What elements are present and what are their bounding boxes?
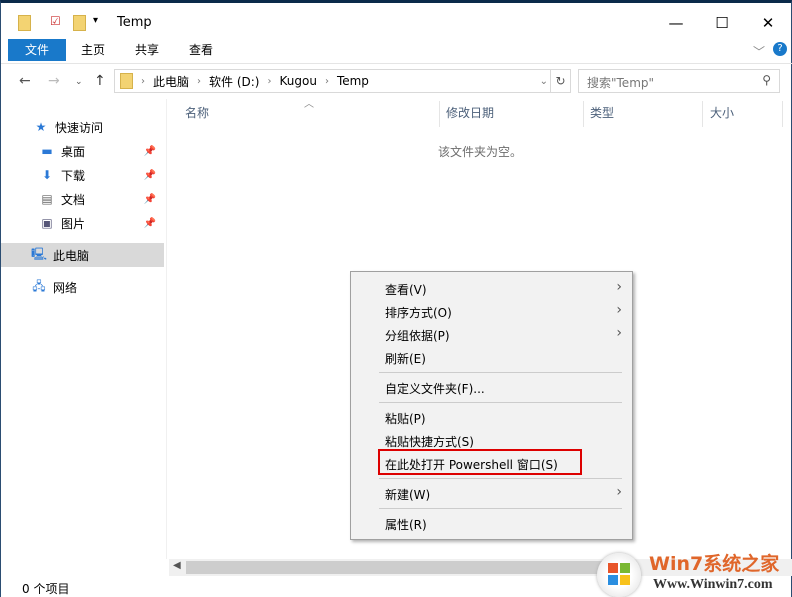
sidebar-item-quick-access[interactable]: ★ 快速访问 <box>1 115 164 139</box>
scroll-left-icon[interactable]: ◀ <box>173 560 181 571</box>
window-title: Temp <box>117 15 152 30</box>
chevron-right-icon: › <box>141 75 145 87</box>
pictures-icon: ▣ <box>41 216 53 230</box>
highlight-box <box>378 449 582 475</box>
column-header-type[interactable]: 类型 <box>590 103 614 127</box>
ribbon-tabs: 文件 主页 共享 查看 <box>8 39 228 61</box>
tab-view[interactable]: 查看 <box>174 39 228 61</box>
column-divider[interactable] <box>782 101 783 127</box>
address-bar[interactable]: › 此电脑 › 软件 (D:) › Kugou › Temp ⌄ ↻ <box>114 69 571 93</box>
sidebar-item-downloads[interactable]: ⬇ 下载 📌 <box>1 163 164 187</box>
search-input[interactable]: 搜索"Temp" ⚲ <box>578 69 780 93</box>
maximize-button[interactable]: ☐ <box>699 14 745 32</box>
menu-separator <box>379 478 622 479</box>
forward-icon[interactable]: → <box>48 73 60 89</box>
status-item-count: 0 个项目 <box>22 582 70 596</box>
network-icon: 🖧 <box>32 278 46 293</box>
sidebar-item-network[interactable]: 🖧 网络 <box>1 275 164 299</box>
chevron-right-icon: › <box>616 325 622 341</box>
close-button[interactable]: ✕ <box>745 14 791 32</box>
column-header-size[interactable]: 大小 <box>710 103 734 127</box>
chevron-right-icon: › <box>197 75 202 87</box>
menu-item-properties[interactable]: 属性(R) <box>385 516 427 533</box>
up-icon[interactable]: ↑ <box>94 73 106 89</box>
empty-folder-message: 该文件夹为空。 <box>438 145 523 159</box>
sidebar-item-label: 文档 <box>61 192 86 207</box>
context-menu: 查看(V) › 排序方式(O) › 分组依据(P) › 刷新(E) 自定义文件夹(F)… <box>350 271 633 540</box>
address-dropdown-icon[interactable]: ⌄ <box>540 76 548 87</box>
column-header-date[interactable]: 修改日期 <box>446 103 494 127</box>
expand-ribbon-icon[interactable]: ﹀ <box>753 43 765 60</box>
column-divider[interactable] <box>439 101 440 127</box>
title-bar: ☑ ▾ Temp — ☐ ✕ <box>1 6 792 38</box>
recent-locations-icon[interactable]: ⌄ <box>75 77 83 87</box>
sidebar-item-desktop[interactable]: ▬ 桌面 📌 <box>1 139 164 163</box>
breadcrumb-item[interactable]: 软件 (D:) <box>209 73 259 90</box>
computer-icon: 🖳 <box>31 246 48 261</box>
star-icon: ★ <box>35 120 47 134</box>
sort-ascending-icon: ︿ <box>304 99 314 110</box>
chevron-right-icon: › <box>616 279 622 295</box>
tab-share[interactable]: 共享 <box>120 39 174 61</box>
properties-icon[interactable]: ☑ <box>50 14 61 28</box>
breadcrumb-item[interactable]: Temp <box>337 74 369 88</box>
menu-item-paste[interactable]: 粘贴(P) <box>385 410 426 427</box>
search-icon: ⚲ <box>762 73 771 87</box>
tab-file[interactable]: 文件 <box>8 39 67 61</box>
menu-item-customize-folder[interactable]: 自定义文件夹(F)... <box>385 380 485 397</box>
watermark-brand: Win7系统之家 <box>649 553 780 575</box>
watermark-url: Www.Winwin7.com <box>653 577 773 592</box>
desktop-icon: ▬ <box>41 144 53 158</box>
menu-item-sort-by[interactable]: 排序方式(O) <box>385 304 452 321</box>
folder-icon <box>18 15 31 31</box>
column-header-name[interactable]: 名称 <box>185 103 209 127</box>
scrollbar-thumb[interactable] <box>186 561 606 574</box>
sidebar-item-label: 快速访问 <box>55 120 104 135</box>
sidebar-item-label: 图片 <box>61 216 86 231</box>
windows-logo-icon <box>597 553 641 597</box>
pane-divider <box>166 99 167 559</box>
back-icon[interactable]: ← <box>19 73 31 89</box>
chevron-right-icon: › <box>616 302 622 318</box>
sidebar-item-this-pc[interactable]: 🖳 此电脑 <box>1 243 164 267</box>
new-folder-icon[interactable] <box>73 15 86 31</box>
sidebar-item-label: 网络 <box>53 280 78 295</box>
breadcrumb-item[interactable]: 此电脑 <box>153 73 189 90</box>
menu-item-paste-shortcut[interactable]: 粘贴快捷方式(S) <box>385 433 474 450</box>
column-divider[interactable] <box>583 101 584 127</box>
download-icon: ⬇ <box>41 168 53 182</box>
menu-item-refresh[interactable]: 刷新(E) <box>385 350 426 367</box>
pin-icon[interactable]: 📌 <box>144 218 156 229</box>
menu-separator <box>379 402 622 403</box>
pin-icon[interactable]: 📌 <box>144 194 156 205</box>
menu-item-view[interactable]: 查看(V) <box>385 281 427 298</box>
quick-access-dropdown-icon[interactable]: ▾ <box>93 15 98 26</box>
folder-icon <box>120 73 133 89</box>
menu-item-group-by[interactable]: 分组依据(P) <box>385 327 450 344</box>
sidebar-item-label: 此电脑 <box>53 248 90 263</box>
minimize-button[interactable]: — <box>653 14 699 32</box>
sidebar-item-pictures[interactable]: ▣ 图片 📌 <box>1 211 164 235</box>
menu-item-new[interactable]: 新建(W) <box>385 486 430 503</box>
search-placeholder: 搜索"Temp" <box>587 76 655 90</box>
navigation-pane: ★ 快速访问 ▬ 桌面 📌 ⬇ 下载 📌 ▤ 文档 📌 ▣ 图片 📌 🖳 此电脑 🖧 网络 <box>1 115 164 299</box>
sidebar-item-label: 桌面 <box>61 144 86 159</box>
chevron-right-icon: › <box>324 75 329 87</box>
help-icon[interactable]: ? <box>773 42 787 56</box>
chevron-right-icon: › <box>267 75 272 87</box>
refresh-icon[interactable]: ↻ <box>550 70 570 92</box>
menu-separator <box>379 508 622 509</box>
ribbon-divider <box>1 63 792 64</box>
breadcrumb-item[interactable]: Kugou <box>279 74 316 88</box>
chevron-right-icon: › <box>616 484 622 500</box>
document-icon: ▤ <box>41 192 53 206</box>
sidebar-item-documents[interactable]: ▤ 文档 📌 <box>1 187 164 211</box>
pin-icon[interactable]: 📌 <box>144 170 156 181</box>
tab-home[interactable]: 主页 <box>66 39 120 61</box>
menu-separator <box>379 372 622 373</box>
sidebar-item-label: 下载 <box>61 168 86 183</box>
column-divider[interactable] <box>702 101 703 127</box>
pin-icon[interactable]: 📌 <box>144 146 156 157</box>
